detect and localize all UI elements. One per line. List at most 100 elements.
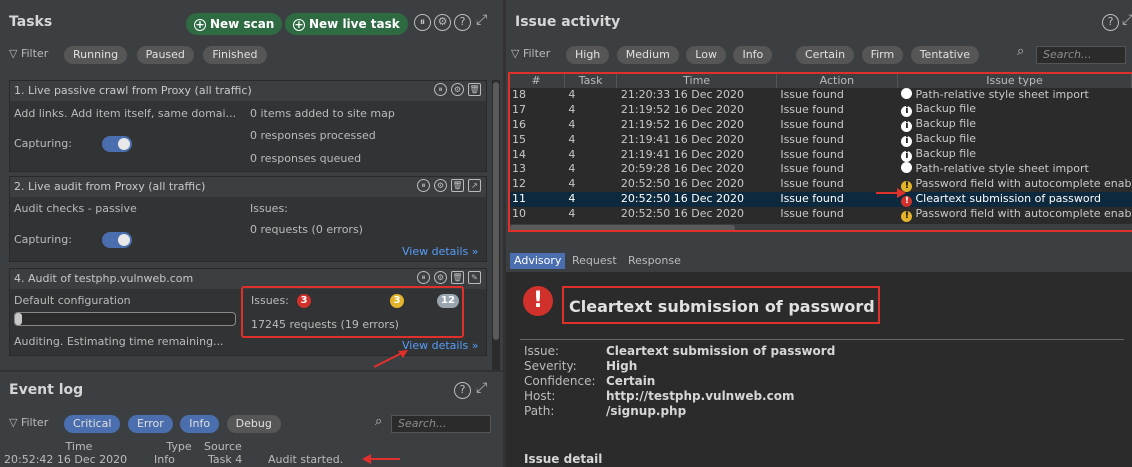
filter-info[interactable]: Info [733,46,773,64]
edit-task-icon[interactable]: ✎ [468,271,481,284]
filter-certain[interactable]: Certain [796,46,855,64]
filter-error[interactable]: Error [127,415,173,433]
task-1-config: Add links. Add item itself, same domai..… [14,107,237,120]
filter-critical[interactable]: Critical [64,415,121,433]
task-card-2[interactable]: 2. Live audit from Proxy (all traffic) ⏸… [9,176,487,262]
plus-icon: + [194,18,206,31]
trash-icon[interactable]: 🗑 [451,271,464,284]
high-severity-icon: ! [523,286,553,316]
event-message: Audit started. [268,453,344,466]
field-issue: Issue: Cleartext submission of password [524,344,835,358]
annotation-arrow [373,350,408,368]
field-issue-value: Cleartext submission of password [606,344,836,358]
task-2-title: 2. Live audit from Proxy (all traffic) [10,177,486,197]
filter-info[interactable]: Info [180,415,220,433]
col-type[interactable]: Type [154,441,204,453]
event-type: Info [154,453,175,466]
field-issue-key: Issue: [524,344,560,358]
filter-firm[interactable]: Firm [861,46,904,64]
divider [520,339,1124,340]
annotation-arrow [876,188,906,198]
field-confidence-key: Confidence: [524,374,596,388]
help-icon[interactable]: ? [1102,14,1119,31]
pause-icon[interactable]: ⏸ [417,271,430,284]
tasks-filter-label: Filter [20,47,49,60]
advisory-content: ! Cleartext submission of password Issue… [506,272,1132,467]
gear-icon[interactable]: ⚙ [434,179,447,192]
filter-finished[interactable]: Finished [203,46,267,64]
issues-filter-label: Filter [522,47,551,60]
filter-low[interactable]: Low [686,46,726,64]
task-1-title: 1. Live passive crawl from Proxy (all tr… [10,81,486,101]
task-card-1[interactable]: 1. Live passive crawl from Proxy (all tr… [9,80,487,172]
popout-icon[interactable]: ⤢ [476,380,487,396]
field-path-value: /signup.php [606,404,687,418]
gear-icon[interactable]: ⚙ [434,14,451,31]
event-log-panel: Event log ? ⤢ ▽ Filter Critical Error In… [0,372,503,467]
field-host: Host: http://testphp.vulnweb.com [524,389,794,403]
gear-icon[interactable]: ⚙ [451,83,464,96]
task-1-stat3: 0 responses queued [250,152,362,165]
trash-icon[interactable]: 🗑 [451,179,464,192]
tab-advisory[interactable]: Advisory [510,253,566,269]
scroll-thumb[interactable] [493,82,499,340]
gear-icon[interactable]: ⚙ [434,271,447,284]
severity-filters: High Medium Low Info [566,46,773,64]
filter-running[interactable]: Running [64,46,128,64]
task-2-capture-toggle[interactable] [102,232,132,248]
help-icon[interactable]: ? [454,382,471,399]
new-live-task-label: New live task [309,17,400,31]
task-1-stat2: 0 responses processed [250,129,376,142]
task-4-view-details-link[interactable]: View details » [402,339,478,352]
help-icon[interactable]: ? [454,14,471,31]
pause-icon[interactable]: ⏸ [417,179,430,192]
confidence-filters: Certain Firm Tentative [796,46,979,64]
filter-high[interactable]: High [566,46,610,64]
issues-search-input[interactable]: Search... [1036,46,1126,64]
new-scan-button[interactable]: + New scan [186,13,283,35]
task-2-view-details-link[interactable]: View details » [402,245,478,258]
trash-icon[interactable]: 🗑 [468,83,481,96]
popout-icon[interactable]: ⤢ [1122,12,1132,28]
open-task-icon[interactable]: ↗ [468,179,481,192]
event-filter-pills: Critical Error Info Debug [64,415,281,433]
event-filter-label: Filter [20,416,49,429]
field-host-key: Host: [524,389,556,403]
search-icon: ⌕ [375,414,383,429]
col-time[interactable]: Time [4,441,154,453]
filter-paused[interactable]: Paused [136,46,194,64]
filter-medium[interactable]: Medium [616,46,679,64]
issue-table-highlight [508,72,1132,232]
pause-icon[interactable]: ⏸ [434,83,447,96]
event-row[interactable]: 20:52:42 16 Dec 2020 Info Task 4 Audit s… [4,453,490,467]
task-2-requests: 0 requests (0 errors) [250,223,363,236]
task-1-capture-toggle[interactable] [102,136,132,152]
filter-tentative[interactable]: Tentative [910,46,979,64]
new-live-task-button[interactable]: + New live task [285,13,408,35]
progress-fill [15,313,22,325]
issues-highlight-box [241,286,464,338]
tab-request[interactable]: Request [568,253,621,269]
event-search-input[interactable]: Search... [391,415,491,433]
issues-filter-icon[interactable]: ▽ Filter [511,47,550,60]
tab-response[interactable]: Response [624,253,685,269]
field-severity: Severity: High [524,359,637,373]
popout-icon[interactable]: ⤢ [476,12,487,28]
event-filter-icon[interactable]: ▽ Filter [9,416,48,429]
task-4-config: Default configuration [14,294,131,307]
tasks-scrollbar[interactable] [492,80,500,370]
event-table-header: Time Type Source [4,441,490,453]
event-table: Time Type Source 20:52:42 16 Dec 2020 In… [4,441,490,467]
tasks-panel: Tasks + New scan + New live task ⏸ ⚙ ? ⤢ ▽… [0,0,503,370]
issue-detail-heading: Issue detail [524,452,603,466]
field-severity-value: High [606,359,638,373]
tasks-filter-icon[interactable]: ▽ Filter [9,47,48,60]
new-scan-label: New scan [210,17,275,31]
col-source[interactable]: Source [204,441,284,453]
filter-debug[interactable]: Debug [226,415,281,433]
pause-all-icon[interactable]: ⏸ [414,14,431,31]
field-confidence-value: Certain [606,374,656,388]
task-2-capturing-label: Capturing: [14,233,72,246]
issue-activity-panel: Issue activity ? ⤢ ▽ Filter High Medium … [506,0,1132,467]
issue-activity-title: Issue activity [515,14,621,30]
